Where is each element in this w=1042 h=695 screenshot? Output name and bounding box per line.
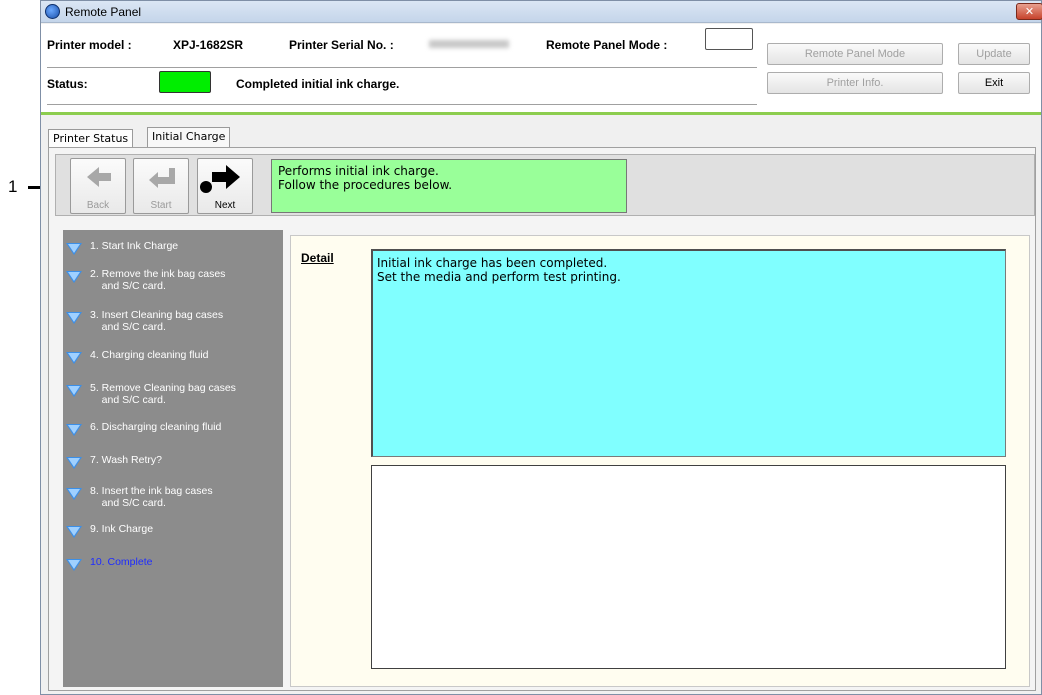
detail-label: Detail bbox=[301, 251, 334, 265]
header-panel: Printer model : XPJ-1682SR Printer Seria… bbox=[41, 24, 1041, 112]
printer-model-label: Printer model : bbox=[47, 38, 132, 52]
next-arrow-icon bbox=[212, 165, 240, 189]
status-indicator bbox=[159, 71, 211, 93]
start-button-label: Start bbox=[150, 200, 172, 211]
next-button-label: Next bbox=[214, 200, 236, 211]
step-triangle-icon bbox=[66, 271, 82, 283]
remote-panel-mode-button[interactable]: Remote Panel Mode bbox=[767, 43, 943, 65]
printer-model-value: XPJ-1682SR bbox=[173, 38, 244, 52]
exit-button[interactable]: Exit bbox=[958, 72, 1030, 94]
callout-dot bbox=[200, 181, 212, 193]
back-button-label: Back bbox=[86, 200, 110, 211]
accent-band bbox=[41, 112, 1041, 115]
app-icon bbox=[45, 4, 60, 19]
remote-panel-mode-indicator bbox=[705, 28, 753, 50]
tab-initial-charge[interactable]: Initial Charge bbox=[147, 127, 231, 148]
steps-panel: 1. Start Ink Charge 2. Remove the ink ba… bbox=[63, 230, 283, 687]
tab-printer-status[interactable]: Printer Status bbox=[48, 129, 134, 148]
update-button[interactable]: Update bbox=[958, 43, 1030, 65]
header-divider bbox=[47, 67, 757, 68]
status-text: Completed initial ink charge. bbox=[236, 77, 400, 91]
back-arrow-icon bbox=[87, 167, 111, 187]
back-button[interactable]: Back bbox=[70, 158, 126, 214]
step-triangle-icon bbox=[66, 424, 82, 436]
close-button[interactable]: ✕ bbox=[1016, 3, 1042, 20]
remote-panel-window: Remote Panel ✕ Printer model : XPJ-1682S… bbox=[40, 0, 1042, 695]
detail-message-box: Initial ink charge has been completed. S… bbox=[371, 249, 1006, 457]
detail-line: Initial ink charge has been completed. bbox=[377, 256, 608, 270]
callout-number: 1 bbox=[8, 177, 18, 196]
printer-info-button[interactable]: Printer Info. bbox=[767, 72, 943, 94]
detail-line: Set the media and perform test printing. bbox=[377, 270, 621, 284]
step-triangle-icon bbox=[66, 488, 82, 500]
instruction-line: Follow the procedures below. bbox=[278, 178, 453, 192]
instruction-line: Performs initial ink charge. bbox=[278, 164, 439, 178]
header-divider-bottom bbox=[47, 104, 757, 105]
window-title: Remote Panel bbox=[65, 5, 142, 19]
step-triangle-icon bbox=[66, 526, 82, 538]
start-button[interactable]: Start bbox=[133, 158, 189, 214]
step-triangle-icon bbox=[66, 385, 82, 397]
step-triangle-icon bbox=[66, 312, 82, 324]
serial-number-label: Printer Serial No. : bbox=[289, 38, 394, 52]
start-return-icon bbox=[149, 168, 175, 188]
step-triangle-icon bbox=[66, 243, 82, 255]
detail-image-area bbox=[371, 465, 1006, 669]
serial-number-value-redacted bbox=[429, 40, 509, 48]
detail-panel: Detail Initial ink charge has been compl… bbox=[290, 235, 1030, 687]
remote-panel-mode-label: Remote Panel Mode : bbox=[546, 38, 668, 52]
step-triangle-icon bbox=[66, 559, 82, 571]
step-triangle-icon bbox=[66, 457, 82, 469]
status-label: Status: bbox=[47, 77, 88, 91]
step-triangle-icon bbox=[66, 352, 82, 364]
instruction-box: Performs initial ink charge. Follow the … bbox=[271, 159, 627, 213]
title-bar[interactable]: Remote Panel ✕ bbox=[41, 1, 1042, 23]
